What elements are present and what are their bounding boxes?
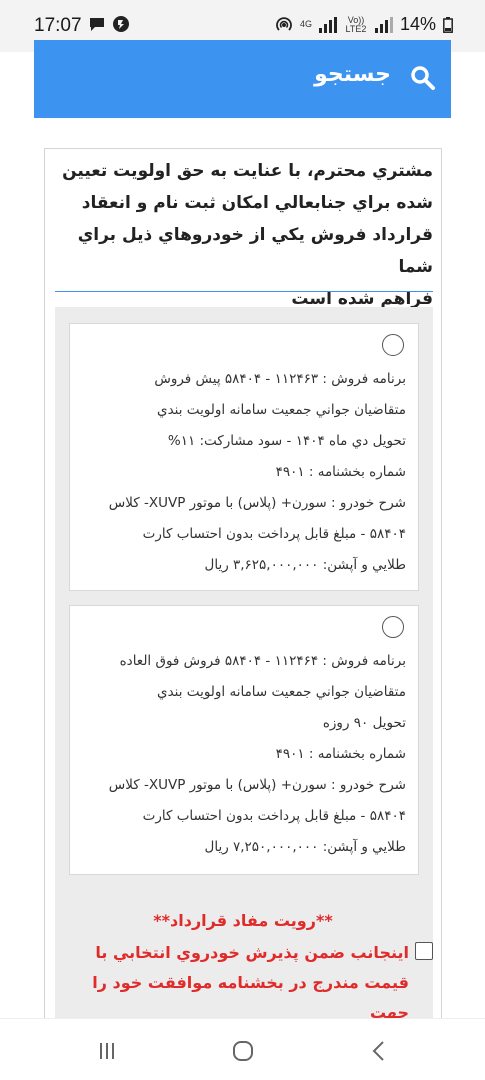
content-panel: مشتري محترم، با عنايت به حق اولويت تعيين… (44, 148, 442, 1078)
status-time: 17:07 (34, 15, 82, 36)
hotspot-icon (276, 16, 292, 31)
header-title: جستجو (314, 62, 391, 87)
agreement-row: اينجانب ضمن پذيرش خودروي انتخابي با قيمت… (53, 938, 433, 1028)
intro-line: قرارداد فروش يكي از خودروهاي ذيل براي شم… (77, 225, 433, 277)
option-line: تحويل دي ماه ۱۴۰۴ - سود مشاركت: ۱۱% (167, 433, 406, 449)
signal-bars-icon (318, 16, 337, 33)
volte-label: Vo)) LTE2 (345, 14, 367, 34)
sale-option-card[interactable]: برنامه فروش : ۱۱۲۴۶۳ - ۵۸۴۰۴ پيش فروش مت… (69, 323, 419, 591)
agreement-line: اينجانب ضمن پذيرش خودروي انتخابي با (95, 943, 409, 962)
intro-line: شده براي جنابعالي امكان ثبت نام و انعقاد (81, 193, 433, 213)
chat-bubble-icon (90, 18, 104, 31)
battery-icon (443, 16, 453, 33)
battery-percent: 14% (399, 14, 436, 34)
option-radio-button[interactable] (382, 616, 404, 638)
search-icon[interactable] (409, 64, 437, 92)
intro-line: مشتري محترم، با عنايت به حق اولويت تعيين (62, 161, 433, 181)
status-notification-icons (88, 15, 130, 33)
signal-bars-2-icon (374, 16, 393, 33)
option-line: متقاضيان جواني جمعيت سامانه اولويت بندي (157, 402, 406, 418)
option-line: طلايي و آپشن: ۷,۲۵۰,۰۰۰,۰۰۰ ريال (204, 839, 406, 855)
option-details: برنامه فروش : ۱۱۲۴۶۴ - ۵۸۴۰۴ فروش فوق ال… (76, 646, 406, 863)
network-4g-label: 4G (299, 19, 312, 29)
option-radio-button[interactable] (382, 334, 404, 356)
system-nav-bar (0, 1018, 485, 1080)
option-line: ۵۸۴۰۴ - مبلغ قابل پرداخت بدون احتساب كار… (142, 526, 406, 542)
app-header: جستجو (34, 40, 451, 118)
option-line: طلايي و آپشن: ۳,۶۲۵,۰۰۰,۰۰۰ ريال (204, 557, 406, 573)
option-line: شرح خودرو : سورن+ (پلاس) با موتور XUVP- … (108, 495, 406, 511)
back-icon[interactable] (364, 1039, 394, 1063)
option-line: متقاضيان جواني جمعيت سامانه اولويت بندي (157, 684, 406, 700)
option-line: شماره بخشنامه : ۴۹۰۱ (275, 464, 406, 480)
option-line: تحويل ۹۰ روزه (322, 715, 406, 731)
option-line: ۵۸۴۰۴ - مبلغ قابل پرداخت بدون احتساب كار… (142, 808, 406, 824)
intro-divider (55, 291, 433, 292)
recent-apps-icon[interactable] (92, 1039, 122, 1063)
app-notification-icon (113, 16, 129, 32)
sale-option-card[interactable]: برنامه فروش : ۱۱۲۴۶۴ - ۵۸۴۰۴ فروش فوق ال… (69, 605, 419, 875)
contract-link[interactable]: **رويت مفاد قرارداد** (53, 911, 433, 930)
contract-notice: **رويت مفاد قرارداد** اينجانب ضمن پذيرش … (53, 911, 433, 1028)
agreement-text: اينجانب ضمن پذيرش خودروي انتخابي با قيمت… (53, 938, 409, 1028)
option-details: برنامه فروش : ۱۱۲۴۶۳ - ۵۸۴۰۴ پيش فروش مت… (76, 364, 406, 581)
option-line: شرح خودرو : سورن+ (پلاس) با موتور XUVP- … (108, 777, 406, 793)
option-line: برنامه فروش : ۱۱۲۴۶۳ - ۵۸۴۰۴ پيش فروش (154, 371, 406, 387)
option-line: شماره بخشنامه : ۴۹۰۱ (275, 746, 406, 762)
status-system-icons: 4G Vo)) LTE2 14% (275, 14, 453, 35)
agreement-checkbox[interactable] (415, 942, 433, 960)
home-icon[interactable] (228, 1039, 258, 1063)
option-line: برنامه فروش : ۱۱۲۴۶۴ - ۵۸۴۰۴ فروش فوق ال… (119, 653, 406, 669)
